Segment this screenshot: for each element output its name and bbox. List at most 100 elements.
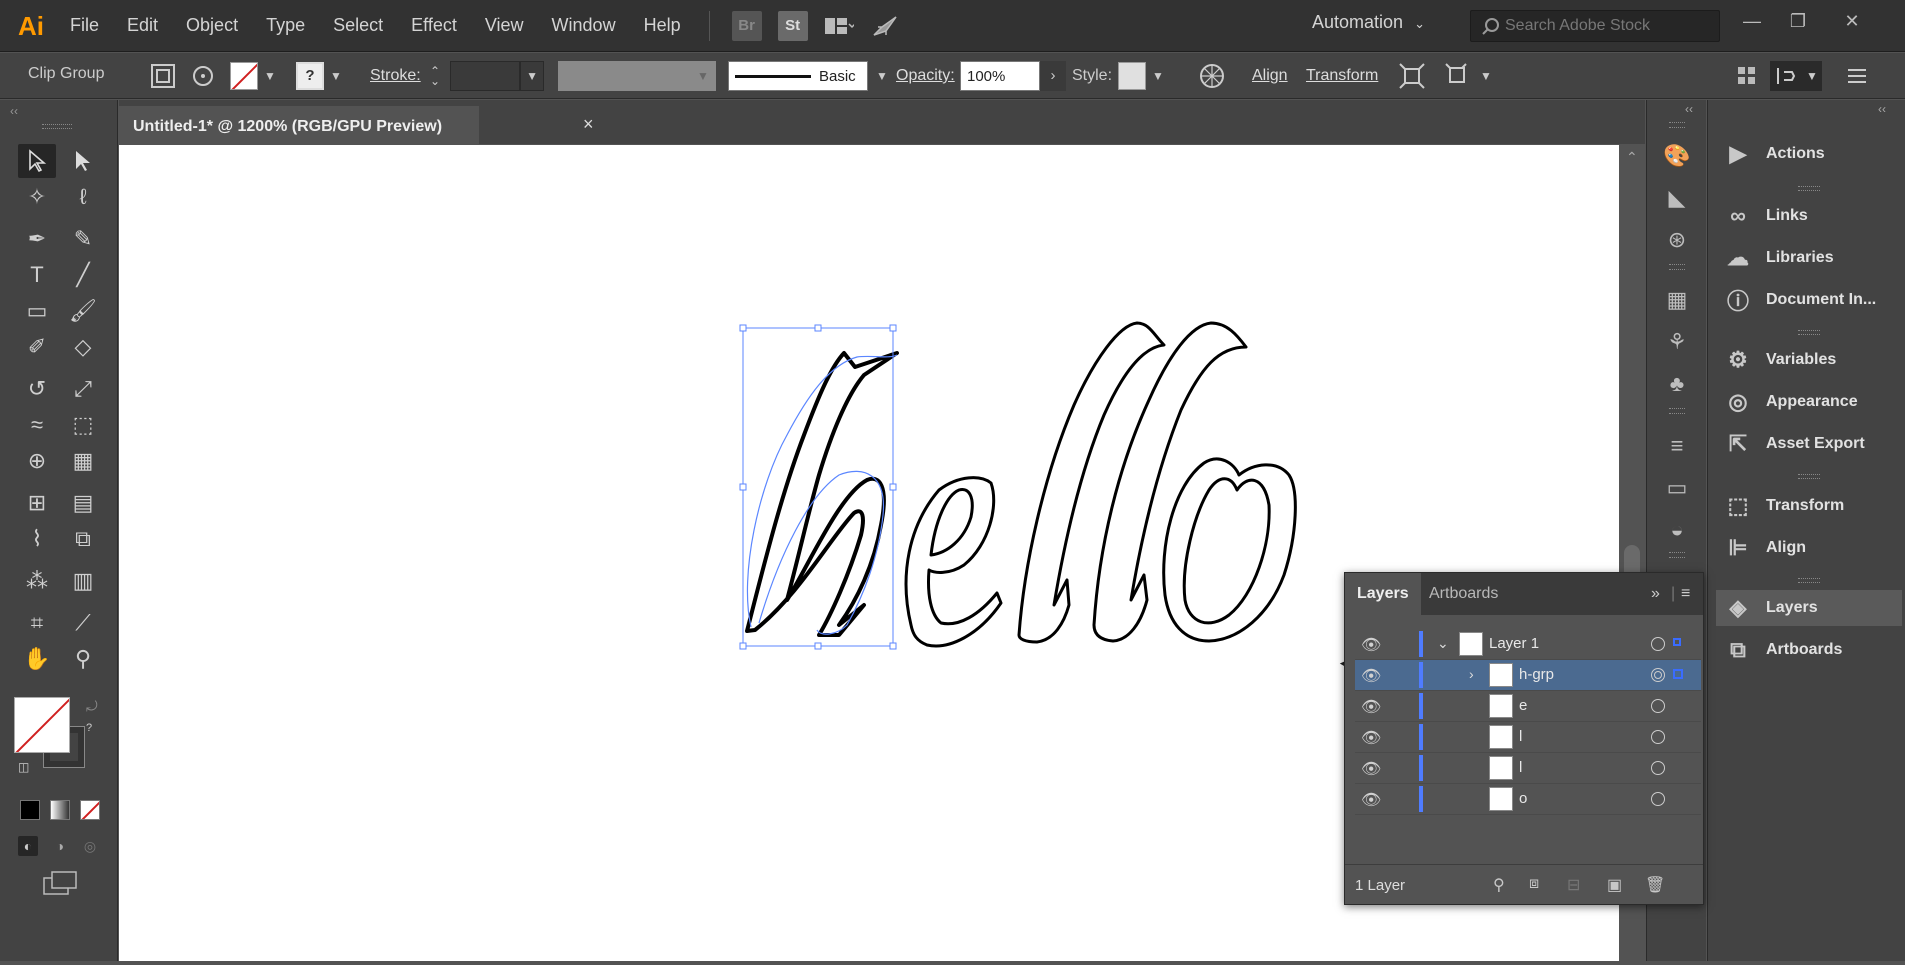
stroke-weight-stepper[interactable]: ⌃ ⌄ ▼ <box>430 61 545 91</box>
selection-bounding-box[interactable] <box>739 324 897 650</box>
selection-tool-icon[interactable] <box>18 144 56 178</box>
color-panel-icon[interactable]: 🎨 <box>1661 140 1693 172</box>
mesh-tool-icon[interactable]: ⊞ <box>18 486 56 520</box>
menu-window[interactable]: Window <box>538 15 630 36</box>
panel-variables[interactable]: ⚙ Variables <box>1722 342 1902 378</box>
curvature-tool-icon[interactable]: ✎ <box>64 222 102 256</box>
stroke-label[interactable]: Stroke: <box>370 61 421 91</box>
visibility-eye-icon[interactable]: 👁 <box>1361 759 1383 778</box>
rocket-icon[interactable] <box>870 11 900 41</box>
transform-link[interactable]: Transform <box>1306 61 1378 91</box>
letter-e-path[interactable] <box>904 476 1003 648</box>
collapse-dock-icon[interactable]: ‹‹ <box>1878 102 1886 116</box>
transparency-panel-icon[interactable]: ◒ <box>1661 514 1693 546</box>
color-mode-icon[interactable] <box>20 800 40 820</box>
menu-select[interactable]: Select <box>319 15 397 36</box>
new-sublayer-icon[interactable]: ⊟ <box>1567 875 1580 895</box>
close-icon[interactable]: ✕ <box>1832 6 1872 36</box>
minimize-icon[interactable]: — <box>1732 6 1772 36</box>
chevron-right-icon[interactable]: › <box>1469 666 1474 682</box>
document-tab[interactable]: Untitled-1* @ 1200% (RGB/GPU Preview) <box>119 106 479 144</box>
swap-fill-stroke-icon[interactable]: ⤾ <box>86 698 98 715</box>
graphic-style-swatch[interactable]: ▼ <box>1118 61 1164 91</box>
panel-align[interactable]: ⊫ Align <box>1722 530 1902 566</box>
symbols-icon[interactable]: ♣ <box>1661 368 1693 400</box>
workspace-switcher[interactable]: Automation ⌄ <box>1312 12 1425 33</box>
visibility-eye-icon[interactable]: 👁 <box>1361 697 1383 716</box>
strip-grip[interactable] <box>1669 408 1685 414</box>
direct-selection-tool-icon[interactable] <box>64 144 102 178</box>
target-circle-icon[interactable] <box>1651 668 1665 682</box>
brushes-icon[interactable]: ⚘ <box>1661 326 1693 358</box>
layer-name[interactable]: o <box>1519 790 1527 807</box>
magic-wand-tool-icon[interactable]: ✧ <box>18 180 56 214</box>
maximize-icon[interactable]: ❐ <box>1778 6 1818 36</box>
close-document-icon[interactable]: × <box>583 114 594 135</box>
opacity-input[interactable]: 100% <box>960 61 1040 91</box>
rectangle-tool-icon[interactable]: ▭ <box>18 294 56 328</box>
target-circle-icon[interactable] <box>1651 792 1665 806</box>
target-circle-icon[interactable] <box>1651 730 1665 744</box>
target-circle-icon[interactable] <box>1651 761 1665 775</box>
menu-view[interactable]: View <box>471 15 538 36</box>
dock-grip[interactable] <box>1798 578 1820 583</box>
letter-l-path-2[interactable] <box>1092 321 1248 643</box>
swatches-guide-icon[interactable]: ⊛ <box>1661 224 1693 256</box>
none-mode-icon[interactable] <box>80 800 100 820</box>
stroke-weight-input[interactable] <box>450 61 521 91</box>
selection-indicator[interactable] <box>1673 638 1681 646</box>
hand-tool-icon[interactable]: ✋ <box>18 642 56 676</box>
arrange-documents-icon[interactable] <box>824 11 854 41</box>
variable-width-profile[interactable]: ▼ <box>558 61 716 91</box>
gradient-panel-icon[interactable]: ▭ <box>1661 472 1693 504</box>
layer-name[interactable]: Layer 1 <box>1489 635 1539 652</box>
zoom-tool-icon[interactable]: ⚲ <box>64 642 102 676</box>
bridge-button[interactable]: Br <box>731 10 762 41</box>
panel-grip[interactable] <box>42 124 72 129</box>
scale-tool-icon[interactable]: ⤢ <box>64 372 102 406</box>
layer-name[interactable]: l <box>1519 759 1522 776</box>
pen-tool-icon[interactable]: ✒ <box>18 222 56 256</box>
rotate-tool-icon[interactable]: ↺ <box>18 372 56 406</box>
draw-normal-icon[interactable]: ◐ <box>18 836 38 856</box>
panel-links[interactable]: ∞ Links <box>1722 198 1902 234</box>
panel-actions[interactable]: ▶ Actions <box>1722 136 1902 172</box>
clipping-mask-icon[interactable]: ⧈ <box>1529 875 1539 893</box>
chevron-down-icon[interactable]: ▼ <box>520 61 545 91</box>
dock-grip[interactable] <box>1798 186 1820 191</box>
dock-grip[interactable] <box>1798 474 1820 479</box>
layer-row[interactable]: 👁 o <box>1355 784 1701 815</box>
align-link[interactable]: Align <box>1252 61 1288 91</box>
panel-document-info[interactable]: ⓘ Document In... <box>1722 282 1902 318</box>
strip-grip[interactable] <box>1669 552 1685 558</box>
layer-row[interactable]: 👁 e <box>1355 691 1701 722</box>
visibility-eye-icon[interactable]: 👁 <box>1361 666 1383 685</box>
shape-builder-tool-icon[interactable]: ⊕ <box>18 444 56 478</box>
menu-object[interactable]: Object <box>172 15 252 36</box>
fill-color-swatch[interactable]: ▼ <box>230 61 276 91</box>
tab-layers[interactable]: Layers <box>1345 573 1421 615</box>
draw-inside-icon[interactable]: ◎ <box>80 836 100 856</box>
color-guide-icon[interactable]: ◣ <box>1661 182 1693 214</box>
default-fill-stroke-icon[interactable]: ◫ <box>18 760 29 774</box>
panel-artboards[interactable]: ⧉ Artboards <box>1722 632 1902 668</box>
layer-name[interactable]: h-grp <box>1519 666 1554 683</box>
target-circle-icon[interactable] <box>1651 637 1665 651</box>
brush-definition[interactable]: Basic ▼ <box>728 61 888 91</box>
opacity-label[interactable]: Opacity: <box>896 61 955 91</box>
locate-object-icon[interactable]: ⚲ <box>1493 875 1505 895</box>
delete-icon[interactable]: 🗑 <box>1645 875 1665 895</box>
column-graph-tool-icon[interactable]: ▥ <box>64 564 102 598</box>
screen-mode-icon[interactable] <box>42 870 78 896</box>
gradient-tool-icon[interactable]: ▤ <box>64 486 102 520</box>
panel-menu-icon[interactable]: ≡ <box>1681 585 1690 603</box>
visibility-eye-icon[interactable]: 👁 <box>1361 635 1383 654</box>
hamburger-menu-icon[interactable] <box>1846 61 1868 91</box>
recolor-artwork-icon[interactable] <box>1198 61 1226 91</box>
chevron-right-icon[interactable]: › <box>1040 61 1066 91</box>
panel-transform[interactable]: ⬚ Transform <box>1722 488 1902 524</box>
isolate-selected-icon[interactable] <box>1398 61 1426 91</box>
layer-row-selected[interactable]: 👁 › h-grp <box>1355 660 1701 691</box>
perspective-grid-tool-icon[interactable]: ▦ <box>64 444 102 478</box>
artboard-tool-icon[interactable]: ⌗ <box>18 606 56 640</box>
